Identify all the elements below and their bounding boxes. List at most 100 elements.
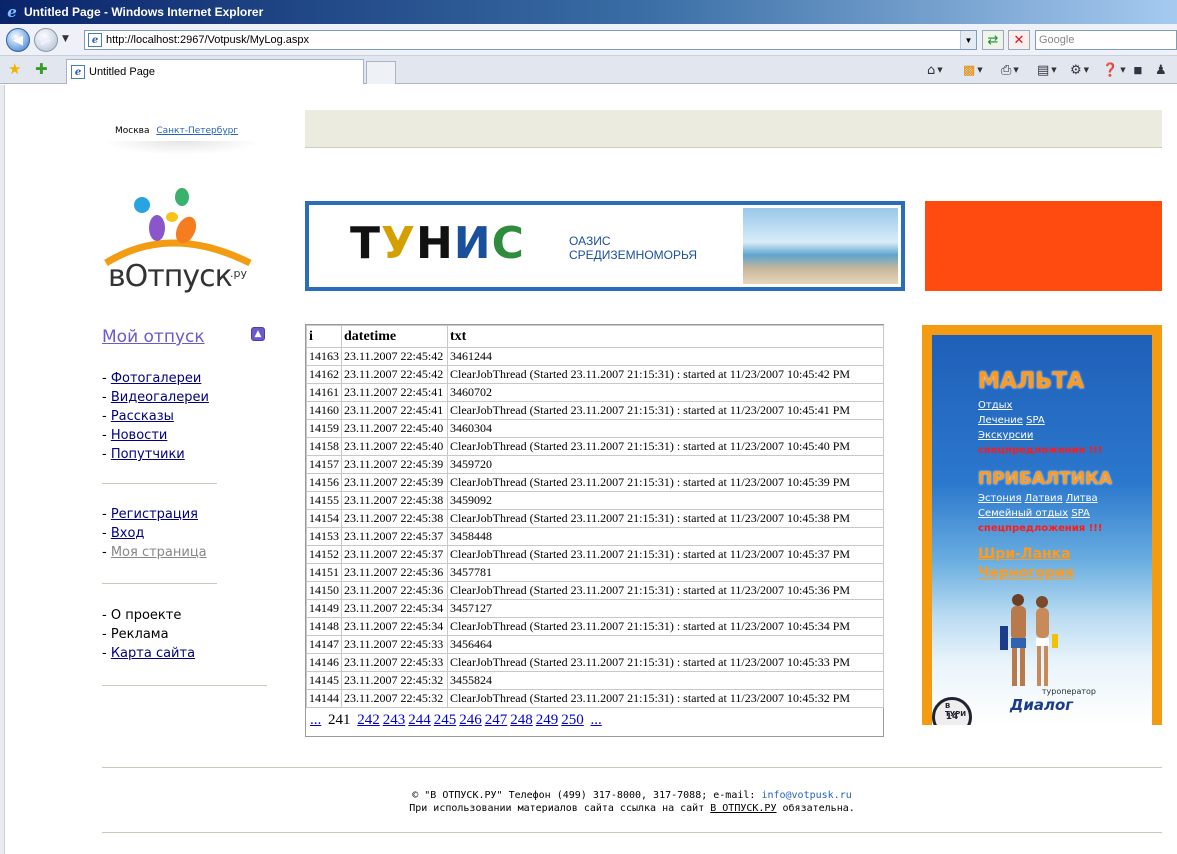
sidebar-link[interactable]: Карта сайта [111,646,195,661]
city-link-spb[interactable]: Санкт-Петербург [156,126,238,136]
ad-link[interactable]: SPA [1026,415,1045,426]
cell-txt: ClearJobThread (Started 23.11.2007 21:15… [447,509,884,528]
ad-link[interactable]: Латвия [1025,493,1063,504]
ad-link[interactable]: Семейный отдых [978,508,1068,519]
ad-link[interactable]: Экскурсии [978,430,1033,441]
banner-title: ТУНИС [350,218,525,269]
feeds-button[interactable]: ▩ ▼ [963,60,983,80]
footer-site-link[interactable]: В ОТПУСК.РУ [710,803,776,814]
ad-special-offer[interactable]: спецпредложения !!! [978,443,1102,458]
operator-label: туроператор [1041,687,1096,696]
favorites-star-icon[interactable]: ★ [8,60,21,78]
sidebar-link[interactable]: Попутчики [111,447,185,462]
tab-title: Untitled Page [89,66,156,78]
sidebar-link[interactable]: Фотогалереи [111,371,201,386]
cell-datetime: 23.11.2007 22:45:39 [341,473,448,492]
sidebar-link[interactable]: Рассказы [111,409,174,424]
sidebar-link[interactable]: Видеогалереи [111,390,209,405]
help-button[interactable]: ❓ ▼ [1102,60,1126,80]
home-icon: ⌂ [927,62,936,78]
pager-next-link[interactable]: ... [591,712,602,728]
sidebar-title-link[interactable]: Мой отпуск [102,327,205,347]
pager-prev-link[interactable]: ... [310,712,321,728]
ad-link[interactable]: Литва [1066,493,1098,504]
cell-datetime: 23.11.2007 22:45:38 [341,491,448,510]
back-arrow-icon: ◀ [13,32,23,48]
cell-datetime: 23.11.2007 22:45:33 [341,653,448,672]
pager-page-link[interactable]: 244 [408,712,431,728]
ad-link[interactable]: SPA [1071,508,1090,519]
ad-link-sri-lanka[interactable]: Шри-Ланка [978,546,1071,562]
cell-datetime: 23.11.2007 22:45:41 [341,383,448,402]
research-button[interactable]: ◾ [1133,60,1143,80]
footer-email-link[interactable]: info@votpusk.ru [761,790,851,801]
cell-datetime: 23.11.2007 22:45:36 [341,581,448,600]
cell-datetime: 23.11.2007 22:45:32 [341,671,448,690]
search-input[interactable]: Google [1035,30,1177,50]
pager-page-link[interactable]: 250 [561,712,584,728]
new-tab-button[interactable] [366,61,396,84]
cell-id: 14152 [306,545,342,564]
home-button[interactable]: ⌂ ▼ [927,60,943,80]
pager-page-link[interactable]: 246 [459,712,482,728]
collapse-up-icon[interactable]: ▲ [251,327,265,341]
ad-link[interactable]: Эстония [978,493,1021,504]
ad-link[interactable]: Лечение [978,415,1023,426]
pager-page-link[interactable]: 243 [383,712,406,728]
cell-txt: ClearJobThread (Started 23.11.2007 21:15… [447,617,884,636]
pager-page-link[interactable]: 245 [434,712,457,728]
banner-subtitle: ОАЗИС СРЕДИЗЕМНОМОРЬЯ [569,234,697,262]
tools-menu-button[interactable]: ⚙ ▼ [1070,60,1089,80]
cell-datetime: 23.11.2007 22:45:42 [341,365,448,384]
messenger-button[interactable]: ♟ [1155,60,1167,80]
table-row: 14150 23.11.2007 22:45:36 ClearJobThread (… [306,581,884,600]
pager-page-link[interactable]: 249 [536,712,559,728]
tour-operator-ad[interactable]: МАЛЬТА Отдых Лечение SPA Экскурсии спецп… [922,325,1162,725]
pager-page-link[interactable]: 248 [510,712,533,728]
sidebar-link[interactable]: Новости [111,428,168,443]
sidebar-link[interactable]: Регистрация [111,507,198,522]
address-input[interactable]: http://localhost:2967/Votpusk/MyLog.aspx [106,34,309,46]
internet-explorer-icon: e [7,3,17,21]
cell-id: 14147 [306,635,342,654]
banner-letter: И [453,218,492,269]
sidebar-link[interactable]: Вход [111,526,145,541]
footer-divider-bottom [102,832,1162,833]
tunisia-banner[interactable]: ТУНИС ОАЗИС СРЕДИЗЕМНОМОРЬЯ [305,201,905,291]
banner-letter: Н [415,218,454,269]
cell-txt: ClearJobThread (Started 23.11.2007 21:15… [447,545,884,564]
print-button[interactable]: ⎙ ▼ [1001,60,1019,80]
pager-page-link[interactable]: 247 [485,712,508,728]
cell-id: 14151 [306,563,342,582]
table-row: 14159 23.11.2007 22:45:40 3460304 [306,419,884,438]
pager-current-page: 241 [328,712,351,728]
operator-logo[interactable]: туроператор Диалог [992,687,1102,721]
banner-subtitle-line1: ОАЗИС [569,234,611,248]
page-menu-button[interactable]: ▤ ▼ [1037,60,1057,80]
tab-active[interactable]: e Untitled Page [66,59,364,84]
pager-page-link[interactable]: 242 [357,712,380,728]
address-bar[interactable]: e http://localhost:2967/Votpusk/MyLog.as… [84,30,977,50]
table-row: 14149 23.11.2007 22:45:34 3457127 [306,599,884,618]
table-row: 14144 23.11.2007 22:45:32 ClearJobThread (… [306,689,884,708]
cell-datetime: 23.11.2007 22:45:36 [341,563,448,582]
cell-txt: 3455824 [447,671,884,690]
ad-extra-destinations: Шри-Ланка Черногория [978,545,1074,583]
pager: ... 241 242 243 244 245 246 247 248 249 250 ... [310,712,605,729]
cell-txt: 3457127 [447,599,884,618]
history-dropdown[interactable]: ▼ [62,34,69,44]
back-button[interactable]: ◀ [6,28,30,52]
ad-link[interactable]: Отдых [978,400,1012,411]
sidebar-item-companions: - Попутчики [102,447,185,462]
add-favorites-icon[interactable]: ✚ [35,60,48,78]
sidebar-link-disabled[interactable]: Моя страница [111,545,207,560]
address-dropdown-button[interactable]: ▼ [960,31,976,49]
cell-id: 14157 [306,455,342,474]
refresh-button[interactable]: ⇄ [982,30,1004,50]
stop-button[interactable]: ✕ [1008,30,1030,50]
ad-special-offer[interactable]: спецпредложения !!! [978,521,1102,536]
sidebar-item-photogalleries: - Фотогалереи [102,371,202,386]
orange-ad-block[interactable] [925,201,1162,291]
forward-button[interactable]: ▶ [34,28,58,52]
ad-link-montenegro[interactable]: Черногория [978,565,1074,581]
